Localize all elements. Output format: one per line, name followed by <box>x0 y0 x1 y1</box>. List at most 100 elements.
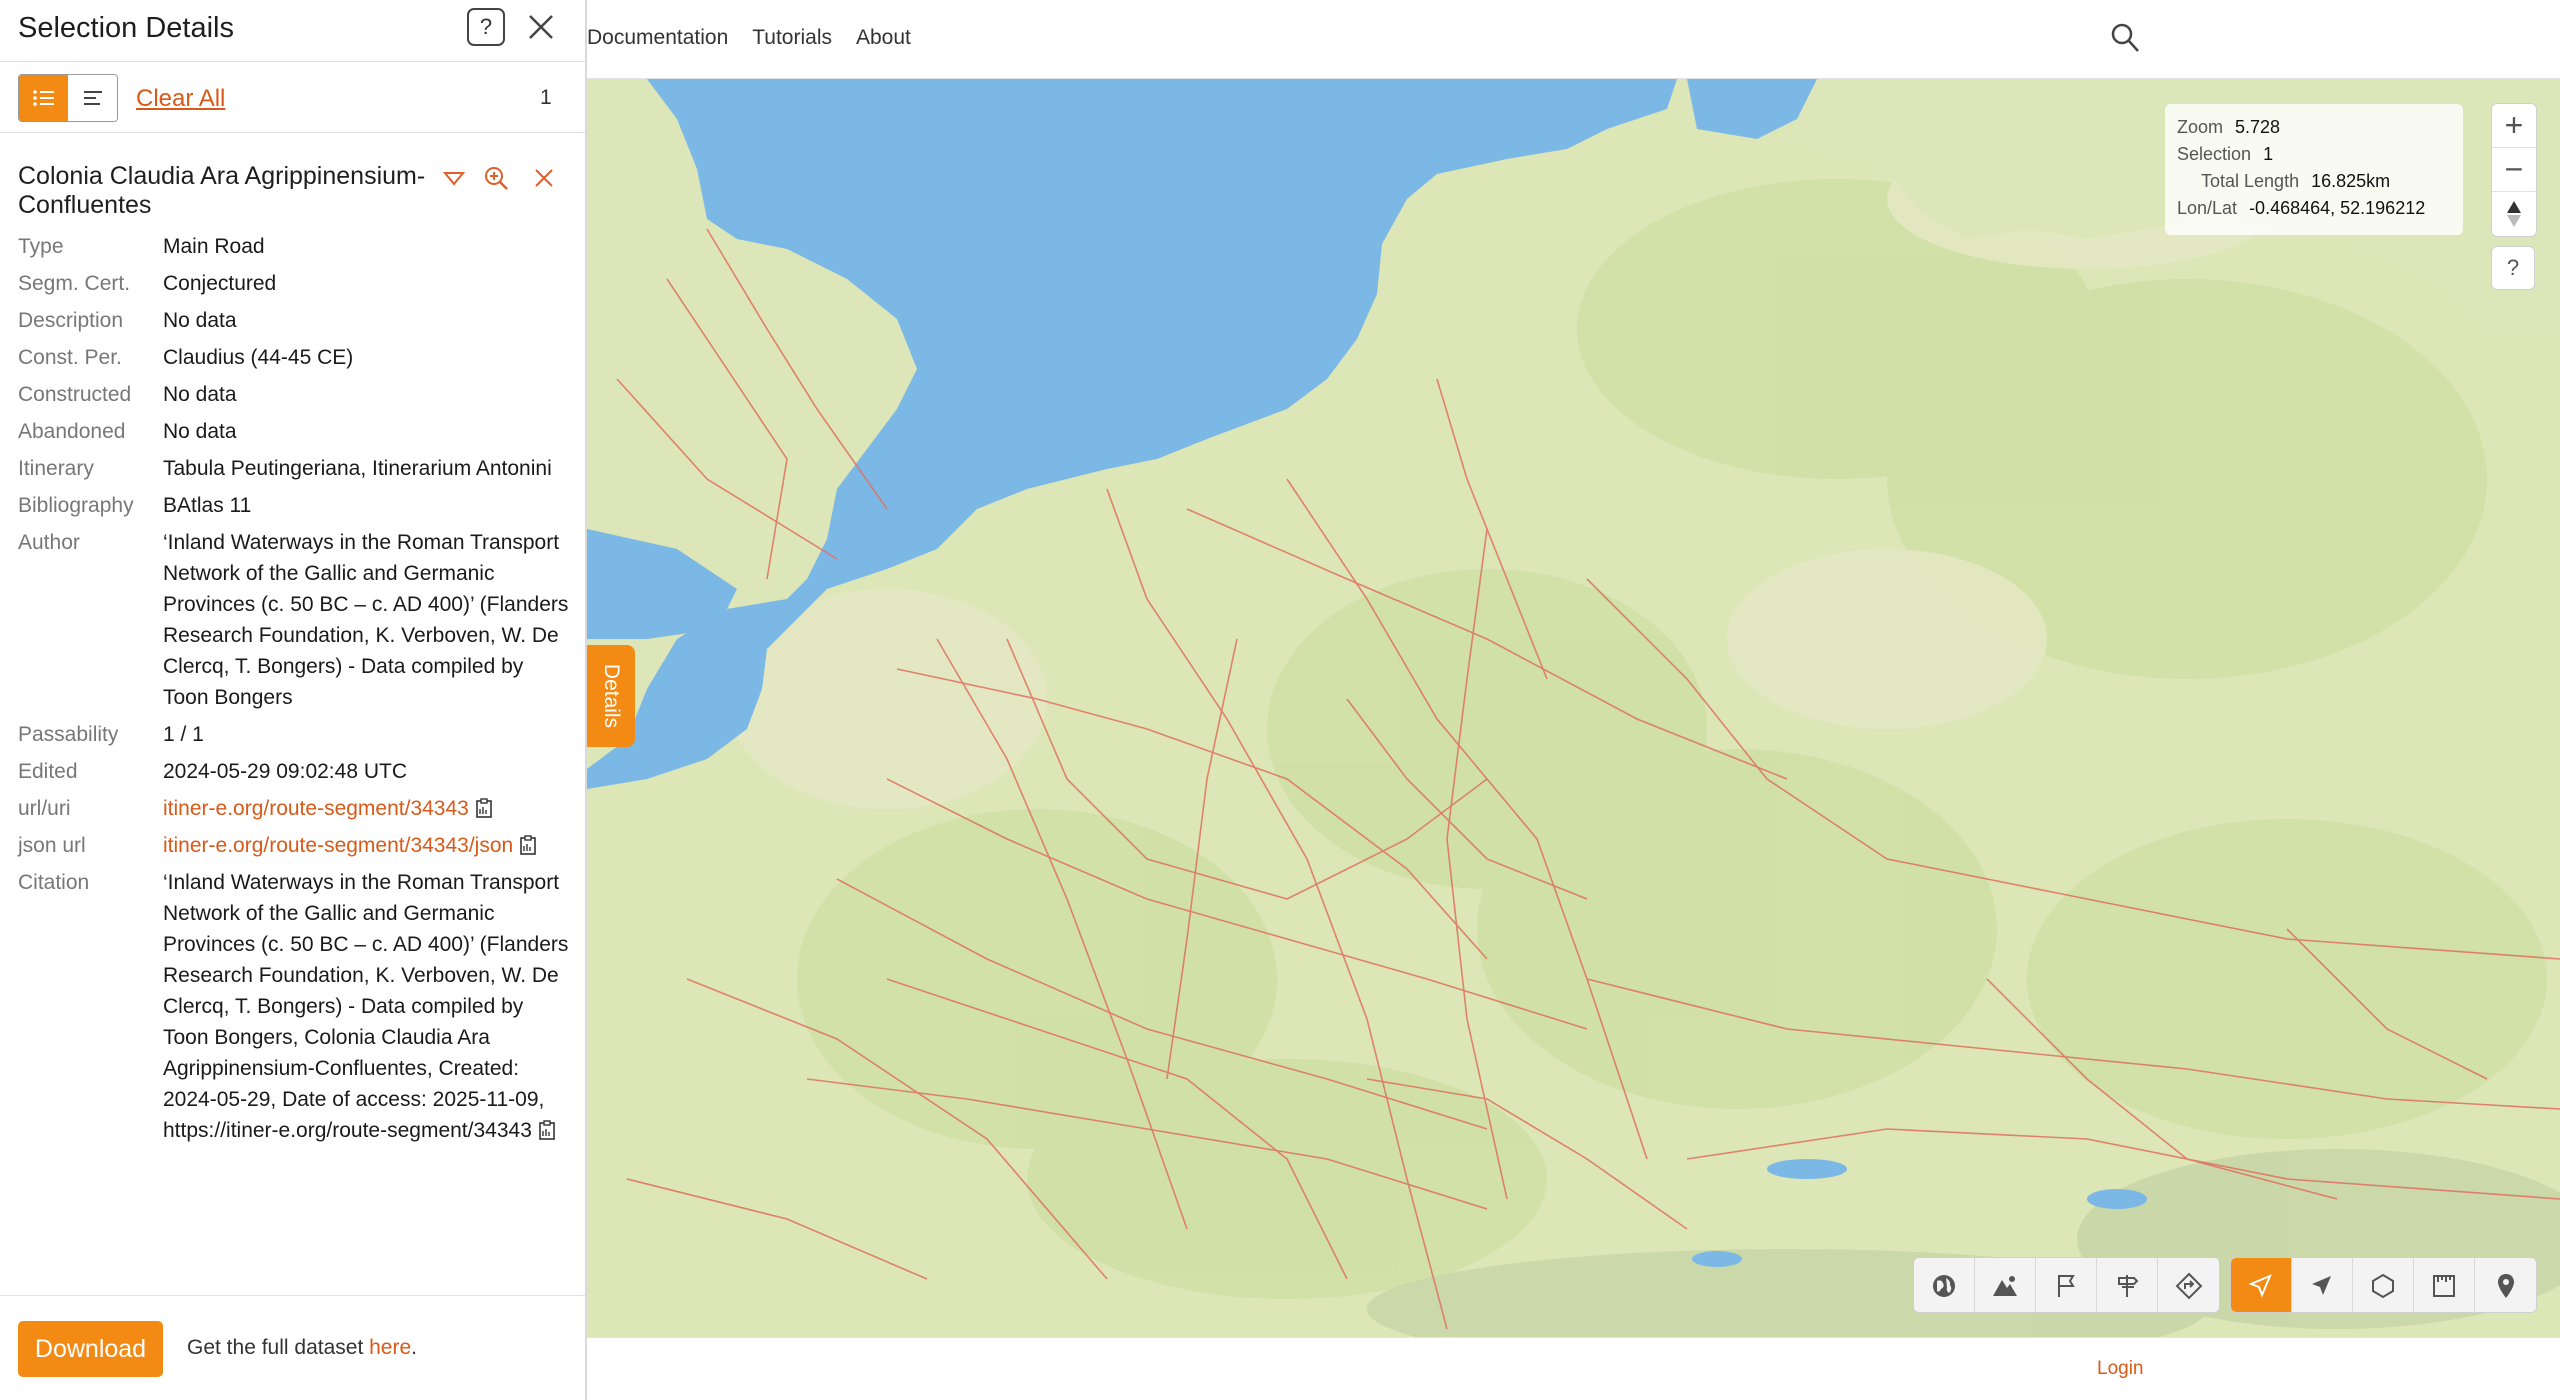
map-canvas[interactable]: Zoom 5.728 Selection 1 Total Length 16.825k… <box>587 79 2560 1337</box>
remove-item-icon[interactable] <box>530 164 558 192</box>
nav-documentation[interactable]: Documentation <box>587 26 728 50</box>
json-url-key: json url <box>18 834 86 857</box>
select-arrow-icon <box>2248 1274 2272 1298</box>
property-key: Bibliography <box>18 494 134 517</box>
terrain-icon <box>1993 1276 2017 1296</box>
property-key: Constructed <box>18 383 132 406</box>
property-value: 1 / 1 <box>163 723 204 746</box>
total-length-value: 16.825km <box>2311 171 2391 191</box>
segment-title: Colonia Claudia Ara Agrippinensium-Confl… <box>18 162 426 219</box>
search-icon[interactable] <box>2110 22 2140 54</box>
zoom-value: 5.728 <box>2235 117 2281 137</box>
route-diamond-icon <box>2175 1272 2202 1300</box>
json-url-link[interactable]: itiner-e.org/route-segment/34343/json <box>163 834 513 857</box>
polygon-tool-button[interactable] <box>2353 1258 2414 1312</box>
property-row: Passability 1 / 1 <box>18 716 573 753</box>
copy-icon[interactable] <box>538 1120 556 1140</box>
polygon-icon <box>2372 1273 2394 1299</box>
map-background <box>587 79 2560 1337</box>
dataset-text: Get the full dataset here. <box>187 1336 417 1360</box>
panel-toolbar: Clear All 1 <box>0 63 585 133</box>
property-row: url/uri itiner-e.org/route-segment/34343 <box>18 790 573 827</box>
segment-properties: Type Main Road Segm. Cert. Conjectured Des… <box>18 228 573 1149</box>
total-length-label: Total Length <box>2201 171 2300 191</box>
panel-title: Selection Details <box>18 12 234 44</box>
signpost-button[interactable] <box>2097 1258 2158 1312</box>
property-row: Const. Per. Claudius (44-45 CE) <box>18 339 573 376</box>
zoom-to-icon[interactable] <box>482 164 510 192</box>
property-value: No data <box>163 309 237 332</box>
panel-header: Selection Details ? <box>0 0 585 62</box>
select-tool-button[interactable] <box>2231 1258 2292 1312</box>
text-view-button[interactable] <box>68 75 117 121</box>
ruler-tool-button[interactable] <box>2414 1258 2475 1312</box>
text-lines-icon <box>83 91 102 105</box>
location-pin-button[interactable] <box>2475 1258 2536 1312</box>
panel-help-button[interactable]: ? <box>467 8 505 46</box>
list-view-button[interactable] <box>19 75 68 121</box>
property-key: Author <box>18 531 80 554</box>
details-tab-label: Details <box>600 663 624 729</box>
collapse-icon[interactable] <box>440 164 468 192</box>
dataset-here-link[interactable]: here <box>369 1336 411 1359</box>
property-value: 2024-05-29 09:02:48 UTC <box>163 760 407 783</box>
copy-icon[interactable] <box>475 798 493 818</box>
map-info-box: Zoom 5.728 Selection 1 Total Length 16.825k… <box>2165 104 2463 235</box>
flag-button[interactable] <box>2036 1258 2097 1312</box>
zoom-in-button[interactable]: + <box>2492 104 2536 148</box>
download-button[interactable]: Download <box>18 1321 163 1377</box>
url-key: url/uri <box>18 797 71 820</box>
location-pin-icon <box>2497 1274 2514 1298</box>
property-row: Author ‘Inland Waterways in the Roman Tra… <box>18 524 573 716</box>
property-key: Type <box>18 235 64 258</box>
lonlat-label: Lon/Lat <box>2177 198 2238 218</box>
property-row: json url itiner-e.org/route-segment/3434… <box>18 827 573 864</box>
tools-toolbar <box>2230 1257 2537 1313</box>
login-link[interactable]: Login <box>2097 1358 2144 1380</box>
copy-icon[interactable] <box>519 835 537 855</box>
selection-details-panel: Selection Details ? Clear All 1 Colonia … <box>0 0 587 1400</box>
navigate-tool-button[interactable] <box>2292 1258 2353 1312</box>
citation-key: Citation <box>18 871 90 894</box>
selection-count: 1 <box>540 86 552 109</box>
nav-tutorials[interactable]: Tutorials <box>752 26 832 50</box>
segment-url-link[interactable]: itiner-e.org/route-segment/34343 <box>163 797 469 820</box>
property-key: Segm. Cert. <box>18 272 131 295</box>
route-diamond-button[interactable] <box>2158 1258 2219 1312</box>
property-key: Itinerary <box>18 457 94 480</box>
top-navigation: Documentation Tutorials About <box>587 0 2560 79</box>
property-value: BAtlas 11 <box>163 494 252 517</box>
view-toggle <box>18 74 118 122</box>
property-value: ‘Inland Waterways in the Roman Transport… <box>163 531 569 709</box>
clear-all-link[interactable]: Clear All <box>136 85 225 113</box>
nav-about[interactable]: About <box>856 26 911 50</box>
property-value: No data <box>163 383 237 406</box>
selection-value: 1 <box>2263 144 2274 164</box>
ruler-icon <box>2433 1275 2455 1297</box>
globe-button[interactable] <box>1914 1258 1975 1312</box>
property-row: Type Main Road <box>18 228 573 265</box>
dataset-text-prefix: Get the full dataset <box>187 1336 370 1359</box>
map-help-button[interactable]: ? <box>2491 246 2535 290</box>
terrain-button[interactable] <box>1975 1258 2036 1312</box>
property-key: Description <box>18 309 124 332</box>
property-value: Conjectured <box>163 272 277 295</box>
property-row: Edited 2024-05-29 09:02:48 UTC <box>18 753 573 790</box>
details-tab[interactable]: Details <box>587 645 635 747</box>
zoom-controls: + − <box>2491 103 2537 237</box>
property-value: No data <box>163 420 237 443</box>
compass-icon <box>2507 201 2521 227</box>
property-value: Tabula Peutingeriana, Itinerarium Antoni… <box>163 457 552 480</box>
citation-text: ‘Inland Waterways in the Roman Transport… <box>163 871 569 1142</box>
zoom-label: Zoom <box>2177 117 2224 137</box>
page-footer: Login <box>587 1337 2560 1400</box>
list-icon <box>32 90 54 106</box>
compass-button[interactable] <box>2492 192 2536 236</box>
close-icon[interactable] <box>526 12 556 42</box>
zoom-out-button[interactable]: − <box>2492 148 2536 192</box>
lonlat-value: -0.468464, 52.196212 <box>2249 198 2426 218</box>
property-row: Segm. Cert. Conjectured <box>18 265 573 302</box>
property-row: Itinerary Tabula Peutingeriana, Itinerari… <box>18 450 573 487</box>
layer-toolbar <box>1913 1257 2220 1313</box>
property-key: Passability <box>18 723 119 746</box>
